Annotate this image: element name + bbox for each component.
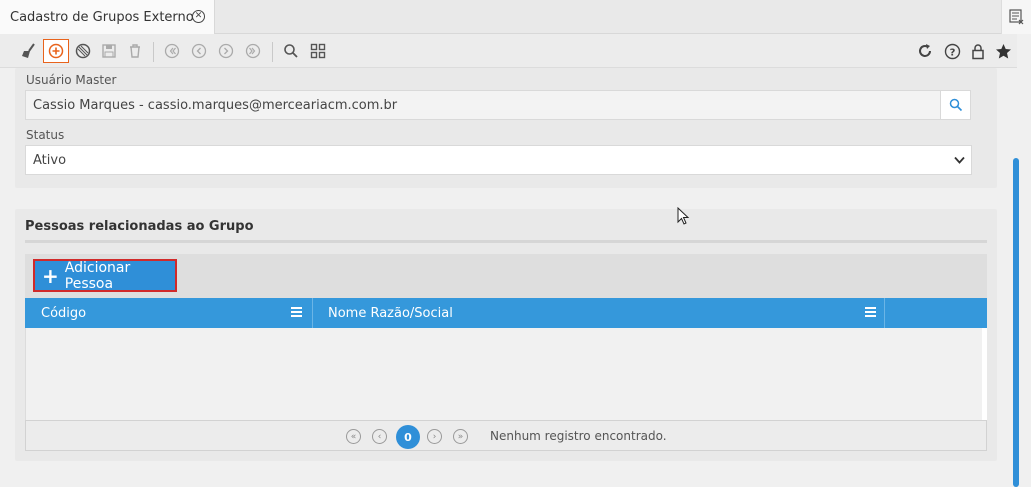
pager-prev-icon[interactable]: ‹ bbox=[372, 429, 387, 444]
tab-title: Cadastro de Grupos Externo bbox=[10, 9, 194, 25]
column-label: Código bbox=[41, 305, 87, 321]
pager-message: Nenhum registro encontrado. bbox=[490, 429, 667, 443]
toolbar-divider bbox=[153, 42, 154, 62]
section-title: Pessoas relacionadas ao Grupo bbox=[25, 219, 254, 234]
tab-cadastro-grupos[interactable]: Cadastro de Grupos Externo ✕ bbox=[0, 0, 215, 34]
people-panel: Pessoas relacionadas ao Grupo + Adiciona… bbox=[15, 209, 997, 461]
grid-icon[interactable] bbox=[307, 40, 329, 62]
refresh-icon[interactable] bbox=[914, 40, 936, 62]
master-search-button[interactable] bbox=[940, 90, 971, 120]
broom-icon[interactable] bbox=[18, 40, 40, 62]
mouse-cursor-icon bbox=[677, 207, 690, 225]
add-icon[interactable] bbox=[43, 39, 69, 63]
grid-body bbox=[25, 328, 987, 420]
pager-first-icon[interactable]: « bbox=[346, 429, 361, 444]
column-menu-icon[interactable] bbox=[865, 307, 876, 317]
status-label: Status bbox=[26, 128, 65, 142]
lock-icon[interactable] bbox=[967, 40, 989, 62]
search-icon bbox=[949, 98, 962, 112]
close-tab-icon[interactable]: ✕ bbox=[192, 10, 205, 23]
pager-current-page[interactable]: 0 bbox=[396, 425, 420, 449]
column-menu-icon[interactable] bbox=[291, 307, 302, 317]
first-icon bbox=[161, 40, 183, 62]
last-icon bbox=[242, 40, 264, 62]
toolbar: ? bbox=[0, 34, 1017, 68]
grid-toolbar: + Adicionar Pessoa bbox=[25, 254, 987, 298]
cancel-icon[interactable] bbox=[72, 40, 94, 62]
status-select[interactable]: Ativo bbox=[25, 145, 972, 175]
next-icon bbox=[215, 40, 237, 62]
master-user-value: Cassio Marques - cassio.marques@merceari… bbox=[33, 97, 398, 113]
star-icon[interactable] bbox=[992, 40, 1014, 62]
pager-last-icon[interactable]: » bbox=[453, 429, 468, 444]
help-icon[interactable]: ? bbox=[941, 40, 963, 62]
pager: « ‹ 0 › » Nenhum registro encontrado. bbox=[25, 420, 987, 451]
toolbar-divider bbox=[272, 42, 273, 62]
section-divider bbox=[25, 240, 987, 243]
tab-bar: Cadastro de Grupos Externo ✕ bbox=[0, 0, 1031, 34]
plus-icon: + bbox=[42, 263, 59, 288]
main-content: Usuário Master Cassio Marques - cassio.m… bbox=[0, 68, 1010, 487]
page-scrollbar-thumb[interactable] bbox=[1013, 158, 1019, 487]
column-header-nome[interactable]: Nome Razão/Social bbox=[313, 298, 885, 328]
svg-text:?: ? bbox=[949, 47, 955, 58]
pager-next-icon[interactable]: › bbox=[427, 429, 442, 444]
prev-icon bbox=[188, 40, 210, 62]
delete-icon bbox=[124, 40, 146, 62]
column-header-codigo[interactable]: Código bbox=[25, 298, 313, 328]
column-label: Nome Razão/Social bbox=[328, 305, 453, 321]
status-value: Ativo bbox=[33, 152, 67, 168]
master-label: Usuário Master bbox=[26, 73, 117, 87]
grid-scrollbar[interactable] bbox=[982, 328, 987, 420]
chevron-down-icon bbox=[954, 154, 965, 170]
tab-list-icon[interactable] bbox=[1001, 0, 1031, 34]
save-icon bbox=[98, 40, 120, 62]
add-person-label: Adicionar Pessoa bbox=[64, 259, 131, 292]
grid-header: Código Nome Razão/Social bbox=[25, 298, 987, 328]
search-icon[interactable] bbox=[280, 40, 302, 62]
form-panel: Usuário Master Cassio Marques - cassio.m… bbox=[15, 68, 997, 188]
master-user-field[interactable]: Cassio Marques - cassio.marques@merceari… bbox=[25, 90, 941, 120]
add-person-button[interactable]: + Adicionar Pessoa bbox=[33, 259, 177, 292]
